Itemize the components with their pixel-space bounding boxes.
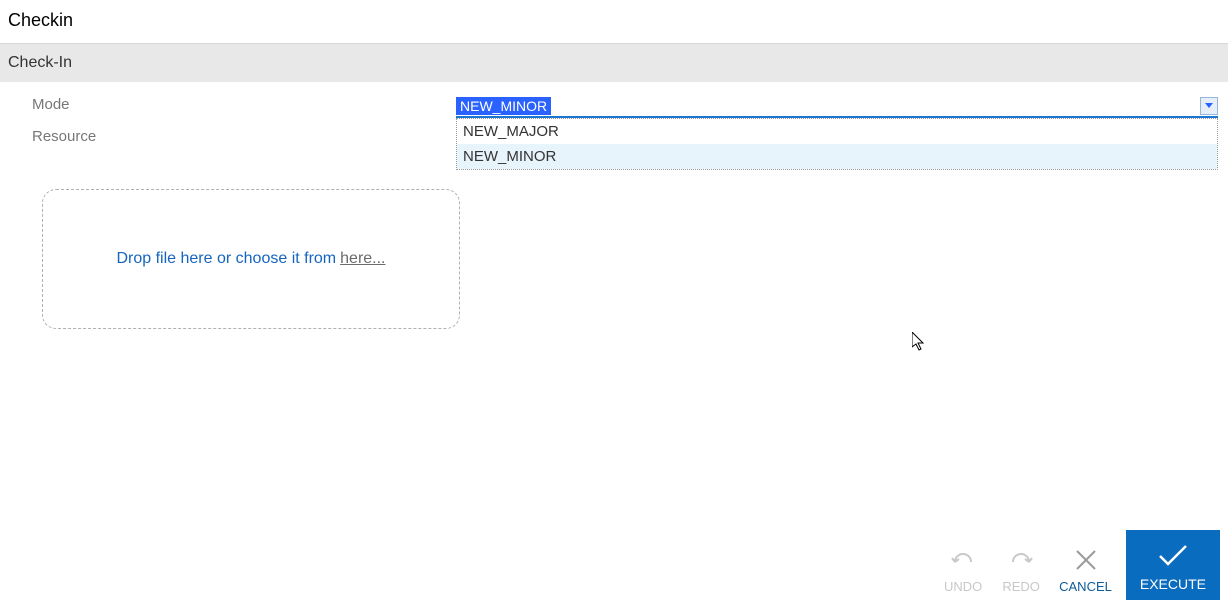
- cancel-button[interactable]: CANCEL: [1055, 537, 1116, 600]
- redo-icon: [1007, 543, 1035, 577]
- mode-option-new-minor[interactable]: NEW_MINOR: [457, 144, 1217, 169]
- check-icon: [1156, 538, 1190, 572]
- mode-option-new-major[interactable]: NEW_MAJOR: [457, 119, 1217, 144]
- redo-button: REDO: [997, 537, 1045, 600]
- cancel-label: CANCEL: [1059, 579, 1112, 594]
- dropzone-text: Drop file here or choose it from: [116, 250, 336, 268]
- cursor-icon: [912, 332, 928, 352]
- mode-label: Mode: [32, 96, 456, 113]
- footer: UNDO REDO CANCEL EXECUTE: [939, 530, 1228, 600]
- mode-row: Mode NEW_MINOR NEW_MAJOR NEW_MINOR: [32, 96, 1228, 118]
- mode-select-value: NEW_MINOR: [456, 97, 551, 115]
- undo-label: UNDO: [944, 579, 982, 594]
- close-icon: [1072, 543, 1100, 577]
- execute-button[interactable]: EXECUTE: [1126, 530, 1220, 600]
- resource-label: Resource: [32, 128, 456, 145]
- file-dropzone[interactable]: Drop file here or choose it from here...: [42, 189, 460, 329]
- page-title: Checkin: [0, 0, 1228, 43]
- mode-dropdown: NEW_MAJOR NEW_MINOR: [456, 118, 1218, 170]
- undo-icon: [949, 543, 977, 577]
- section-header: Check-In: [0, 43, 1228, 82]
- execute-label: EXECUTE: [1140, 576, 1206, 592]
- redo-label: REDO: [1002, 579, 1040, 594]
- dropzone-link[interactable]: here...: [340, 250, 385, 268]
- undo-button: UNDO: [939, 537, 987, 600]
- chevron-down-icon[interactable]: [1200, 97, 1218, 115]
- mode-select[interactable]: NEW_MINOR NEW_MAJOR NEW_MINOR: [456, 96, 1218, 118]
